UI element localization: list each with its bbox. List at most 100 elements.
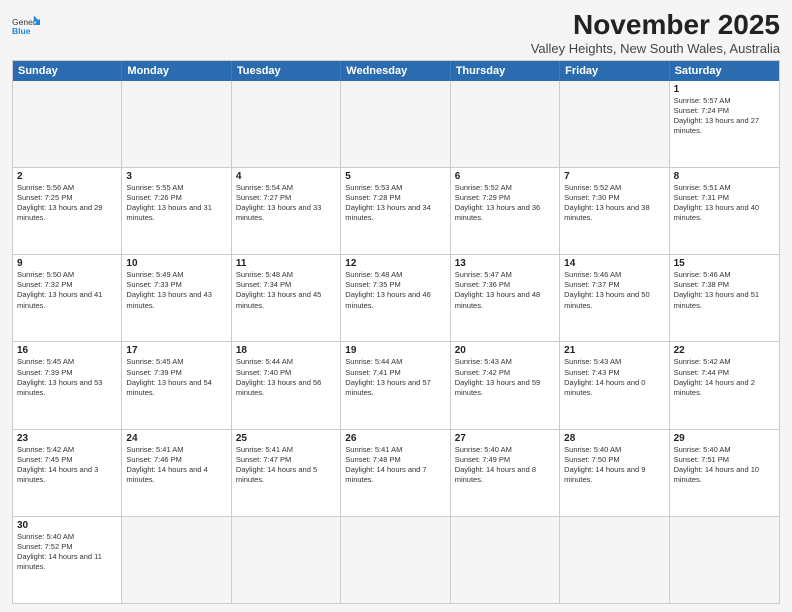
calendar-row: 23Sunrise: 5:42 AM Sunset: 7:45 PM Dayli… <box>13 430 779 517</box>
cell-info: Sunrise: 5:55 AM Sunset: 7:26 PM Dayligh… <box>126 183 226 224</box>
day-number: 9 <box>17 258 117 269</box>
cell-info: Sunrise: 5:50 AM Sunset: 7:32 PM Dayligh… <box>17 270 117 311</box>
cell-info: Sunrise: 5:44 AM Sunset: 7:40 PM Dayligh… <box>236 357 336 398</box>
table-row <box>13 81 122 167</box>
cell-info: Sunrise: 5:52 AM Sunset: 7:29 PM Dayligh… <box>455 183 555 224</box>
subtitle: Valley Heights, New South Wales, Austral… <box>531 41 780 56</box>
day-number: 16 <box>17 345 117 356</box>
page: General Blue November 2025 Valley Height… <box>0 0 792 612</box>
table-row: 23Sunrise: 5:42 AM Sunset: 7:45 PM Dayli… <box>13 430 122 516</box>
table-row: 4Sunrise: 5:54 AM Sunset: 7:27 PM Daylig… <box>232 168 341 254</box>
table-row: 8Sunrise: 5:51 AM Sunset: 7:31 PM Daylig… <box>670 168 779 254</box>
day-number: 17 <box>126 345 226 356</box>
svg-text:Blue: Blue <box>12 26 31 36</box>
calendar-row: 16Sunrise: 5:45 AM Sunset: 7:39 PM Dayli… <box>13 342 779 429</box>
table-row: 1Sunrise: 5:57 AM Sunset: 7:24 PM Daylig… <box>670 81 779 167</box>
day-number: 30 <box>17 520 117 531</box>
calendar-row: 30Sunrise: 5:40 AM Sunset: 7:52 PM Dayli… <box>13 517 779 603</box>
cell-info: Sunrise: 5:41 AM Sunset: 7:48 PM Dayligh… <box>345 445 445 486</box>
day-number: 8 <box>674 171 775 182</box>
calendar: Sunday Monday Tuesday Wednesday Thursday… <box>12 60 780 604</box>
cell-info: Sunrise: 5:52 AM Sunset: 7:30 PM Dayligh… <box>564 183 664 224</box>
table-row: 11Sunrise: 5:48 AM Sunset: 7:34 PM Dayli… <box>232 255 341 341</box>
table-row: 9Sunrise: 5:50 AM Sunset: 7:32 PM Daylig… <box>13 255 122 341</box>
day-number: 24 <box>126 433 226 444</box>
header-sunday: Sunday <box>13 61 122 81</box>
table-row <box>670 517 779 603</box>
cell-info: Sunrise: 5:46 AM Sunset: 7:37 PM Dayligh… <box>564 270 664 311</box>
table-row <box>341 517 450 603</box>
day-number: 2 <box>17 171 117 182</box>
cell-info: Sunrise: 5:42 AM Sunset: 7:45 PM Dayligh… <box>17 445 117 486</box>
day-number: 4 <box>236 171 336 182</box>
header-saturday: Saturday <box>670 61 779 81</box>
header: General Blue November 2025 Valley Height… <box>12 10 780 56</box>
day-number: 3 <box>126 171 226 182</box>
table-row: 26Sunrise: 5:41 AM Sunset: 7:48 PM Dayli… <box>341 430 450 516</box>
cell-info: Sunrise: 5:45 AM Sunset: 7:39 PM Dayligh… <box>126 357 226 398</box>
header-monday: Monday <box>122 61 231 81</box>
table-row: 3Sunrise: 5:55 AM Sunset: 7:26 PM Daylig… <box>122 168 231 254</box>
table-row <box>122 81 231 167</box>
table-row <box>232 81 341 167</box>
cell-info: Sunrise: 5:40 AM Sunset: 7:50 PM Dayligh… <box>564 445 664 486</box>
day-number: 29 <box>674 433 775 444</box>
table-row: 10Sunrise: 5:49 AM Sunset: 7:33 PM Dayli… <box>122 255 231 341</box>
header-wednesday: Wednesday <box>341 61 450 81</box>
day-number: 27 <box>455 433 555 444</box>
day-number: 7 <box>564 171 664 182</box>
day-number: 20 <box>455 345 555 356</box>
table-row: 30Sunrise: 5:40 AM Sunset: 7:52 PM Dayli… <box>13 517 122 603</box>
cell-info: Sunrise: 5:40 AM Sunset: 7:52 PM Dayligh… <box>17 532 117 573</box>
logo-icon: General Blue <box>12 14 40 42</box>
day-number: 28 <box>564 433 664 444</box>
day-number: 10 <box>126 258 226 269</box>
table-row: 27Sunrise: 5:40 AM Sunset: 7:49 PM Dayli… <box>451 430 560 516</box>
day-number: 25 <box>236 433 336 444</box>
day-number: 1 <box>674 84 775 95</box>
day-number: 13 <box>455 258 555 269</box>
cell-info: Sunrise: 5:45 AM Sunset: 7:39 PM Dayligh… <box>17 357 117 398</box>
calendar-body: 1Sunrise: 5:57 AM Sunset: 7:24 PM Daylig… <box>13 81 779 603</box>
table-row: 13Sunrise: 5:47 AM Sunset: 7:36 PM Dayli… <box>451 255 560 341</box>
cell-info: Sunrise: 5:53 AM Sunset: 7:28 PM Dayligh… <box>345 183 445 224</box>
calendar-row: 2Sunrise: 5:56 AM Sunset: 7:25 PM Daylig… <box>13 168 779 255</box>
cell-info: Sunrise: 5:41 AM Sunset: 7:47 PM Dayligh… <box>236 445 336 486</box>
cell-info: Sunrise: 5:51 AM Sunset: 7:31 PM Dayligh… <box>674 183 775 224</box>
cell-info: Sunrise: 5:43 AM Sunset: 7:42 PM Dayligh… <box>455 357 555 398</box>
day-number: 5 <box>345 171 445 182</box>
table-row <box>122 517 231 603</box>
table-row: 5Sunrise: 5:53 AM Sunset: 7:28 PM Daylig… <box>341 168 450 254</box>
table-row <box>451 81 560 167</box>
title-block: November 2025 Valley Heights, New South … <box>531 10 780 56</box>
main-title: November 2025 <box>531 10 780 41</box>
calendar-row: 9Sunrise: 5:50 AM Sunset: 7:32 PM Daylig… <box>13 255 779 342</box>
table-row: 17Sunrise: 5:45 AM Sunset: 7:39 PM Dayli… <box>122 342 231 428</box>
day-number: 12 <box>345 258 445 269</box>
cell-info: Sunrise: 5:47 AM Sunset: 7:36 PM Dayligh… <box>455 270 555 311</box>
table-row: 29Sunrise: 5:40 AM Sunset: 7:51 PM Dayli… <box>670 430 779 516</box>
day-number: 11 <box>236 258 336 269</box>
cell-info: Sunrise: 5:40 AM Sunset: 7:49 PM Dayligh… <box>455 445 555 486</box>
table-row: 7Sunrise: 5:52 AM Sunset: 7:30 PM Daylig… <box>560 168 669 254</box>
day-number: 22 <box>674 345 775 356</box>
table-row: 25Sunrise: 5:41 AM Sunset: 7:47 PM Dayli… <box>232 430 341 516</box>
table-row: 24Sunrise: 5:41 AM Sunset: 7:46 PM Dayli… <box>122 430 231 516</box>
day-number: 6 <box>455 171 555 182</box>
cell-info: Sunrise: 5:49 AM Sunset: 7:33 PM Dayligh… <box>126 270 226 311</box>
logo: General Blue <box>12 14 40 42</box>
cell-info: Sunrise: 5:46 AM Sunset: 7:38 PM Dayligh… <box>674 270 775 311</box>
day-number: 23 <box>17 433 117 444</box>
cell-info: Sunrise: 5:43 AM Sunset: 7:43 PM Dayligh… <box>564 357 664 398</box>
table-row <box>451 517 560 603</box>
day-number: 18 <box>236 345 336 356</box>
table-row: 14Sunrise: 5:46 AM Sunset: 7:37 PM Dayli… <box>560 255 669 341</box>
calendar-header: Sunday Monday Tuesday Wednesday Thursday… <box>13 61 779 81</box>
cell-info: Sunrise: 5:48 AM Sunset: 7:35 PM Dayligh… <box>345 270 445 311</box>
cell-info: Sunrise: 5:44 AM Sunset: 7:41 PM Dayligh… <box>345 357 445 398</box>
table-row <box>560 517 669 603</box>
day-number: 14 <box>564 258 664 269</box>
header-thursday: Thursday <box>451 61 560 81</box>
header-friday: Friday <box>560 61 669 81</box>
table-row: 21Sunrise: 5:43 AM Sunset: 7:43 PM Dayli… <box>560 342 669 428</box>
